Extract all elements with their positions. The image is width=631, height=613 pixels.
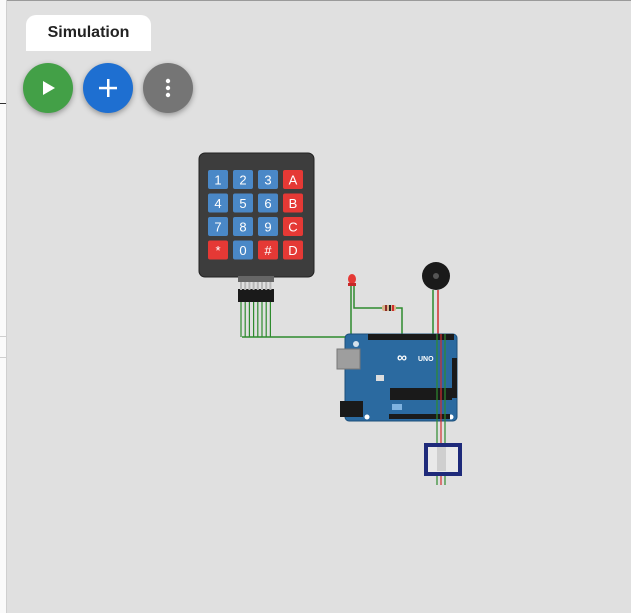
more-options-button[interactable]	[143, 63, 193, 113]
left-panel-edge	[0, 0, 7, 613]
piezo-buzzer[interactable]	[422, 262, 450, 336]
keypad-key-label: 7	[214, 220, 221, 235]
keypad-key-label: D	[288, 243, 297, 258]
plus-icon	[99, 79, 117, 97]
tab-simulation[interactable]: Simulation	[26, 15, 151, 51]
arduino-uno[interactable]: ∞ UNO	[336, 333, 458, 422]
start-simulation-button[interactable]	[23, 63, 73, 113]
add-component-button[interactable]	[83, 63, 133, 113]
resistor[interactable]	[353, 300, 403, 336]
header-pin	[244, 282, 247, 290]
header-pin	[248, 282, 251, 290]
header-pin	[252, 282, 255, 290]
keypad-key-label: 2	[239, 173, 246, 188]
board-label: UNO	[418, 356, 434, 363]
play-icon	[43, 81, 55, 95]
keypad-key-label: A	[289, 173, 298, 188]
keypad-key-label: 3	[264, 173, 271, 188]
keypad-key-label: 6	[264, 196, 271, 211]
keypad-header	[238, 276, 274, 302]
keypad-key-label: 9	[264, 220, 271, 235]
keypad-key-label: B	[289, 196, 298, 211]
servo-motor[interactable]	[424, 443, 462, 476]
header-pin	[269, 282, 272, 290]
more-vert-icon	[165, 78, 171, 98]
rail-handle[interactable]	[0, 336, 6, 358]
keypad-key-label: #	[264, 243, 272, 258]
keypad-key-label: 8	[239, 220, 246, 235]
red-led[interactable]	[348, 274, 356, 334]
simulation-canvas[interactable]: 1 2 3 A 4 5 6 B 7 8 9 C * 0 # D ∞ UNO Si…	[7, 1, 631, 613]
keypad-4x4[interactable]: 1 2 3 A 4 5 6 B 7 8 9 C * 0 # D	[198, 152, 315, 278]
keypad-key-label: 1	[214, 173, 221, 188]
keypad-wires	[240, 302, 271, 337]
keypad-key-label: C	[288, 220, 297, 235]
rail-divider	[0, 103, 6, 104]
header-pin	[256, 282, 259, 290]
keypad-key-label: 4	[214, 196, 221, 211]
keypad-key-label: 0	[239, 243, 246, 258]
svg-text:∞: ∞	[397, 349, 407, 365]
keypad-key-label: 5	[239, 196, 246, 211]
header-pin	[240, 282, 242, 290]
header-pin	[261, 282, 263, 290]
header-pin	[265, 282, 268, 290]
keypad-key-label: *	[215, 243, 220, 258]
